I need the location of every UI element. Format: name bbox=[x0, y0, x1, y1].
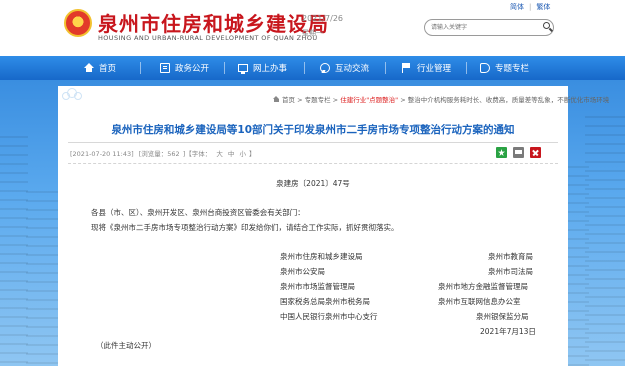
public-disclosure-note: （此件主动公开） bbox=[96, 341, 156, 350]
nav-item-online-services[interactable]: 网上办事 bbox=[238, 56, 287, 80]
signatory-right: 泉州市教育局 bbox=[488, 252, 533, 261]
nav-item-label: 网上办事 bbox=[253, 64, 288, 74]
main-navigation: 首页 政务公开 网上办事 互动交流 行业管理 专题专栏 bbox=[0, 56, 625, 80]
signatory-right: 泉州银保监分局 bbox=[476, 312, 529, 321]
simplified-chinese-link[interactable]: 简体 bbox=[510, 2, 524, 12]
monitor-icon bbox=[238, 64, 248, 74]
nav-divider bbox=[224, 62, 225, 74]
print-icon[interactable] bbox=[513, 147, 524, 158]
nav-item-government-affairs[interactable]: 政务公开 bbox=[160, 56, 209, 80]
cloud-decoration-icon bbox=[62, 88, 82, 100]
search-icon[interactable] bbox=[542, 21, 554, 33]
nav-item-label: 首页 bbox=[99, 64, 117, 74]
nav-item-label: 专题专栏 bbox=[495, 64, 530, 74]
breadcrumb-item-current[interactable]: 整治中介机构服务耗时长、收费高，质量差等乱象，不断优化市场环境 bbox=[408, 96, 610, 104]
font-size-medium-button[interactable]: 中 bbox=[228, 150, 235, 158]
traditional-chinese-link[interactable]: 繁体 bbox=[536, 2, 550, 12]
font-size-large-button[interactable]: 大 bbox=[216, 150, 223, 158]
close-icon[interactable] bbox=[530, 147, 541, 158]
signatory-left: 国家税务总局泉州市税务局 bbox=[280, 297, 370, 306]
chat-icon bbox=[320, 63, 330, 73]
language-divider: | bbox=[529, 3, 532, 11]
language-switch: 简体 | 繁体 bbox=[510, 2, 550, 12]
document-number: 泉建房〔2021〕47号 bbox=[276, 179, 350, 188]
signatory-left: 中国人民银行泉州市中心支行 bbox=[280, 312, 378, 321]
nav-item-industry-management[interactable]: 行业管理 bbox=[402, 56, 451, 80]
font-size-small-button[interactable]: 小 bbox=[239, 150, 246, 158]
nav-item-label: 互动交流 bbox=[335, 64, 370, 74]
current-weekday: 星期一 bbox=[302, 29, 323, 37]
site-subtitle: HOUSING AND URBAN-RURAL DEVELOPMENT OF Q… bbox=[98, 34, 318, 42]
font-size-label-end: 】 bbox=[248, 150, 256, 158]
national-emblem-logo bbox=[64, 9, 92, 37]
nav-item-home[interactable]: 首页 bbox=[84, 56, 116, 80]
signatory-left: 泉州市住房和城乡建设局 bbox=[280, 252, 363, 261]
home-icon bbox=[84, 62, 94, 72]
article-meta: [2021-07-20 11:43] [浏览量：562]【字体： 大 中 小】 bbox=[70, 148, 258, 158]
addressee-line: 各县（市、区）、泉州开发区、泉州台商投资区管委会有关部门： bbox=[91, 208, 305, 217]
signatory-left: 泉州市市场监督管理局 bbox=[280, 282, 355, 291]
nav-item-special-topics[interactable]: 专题专栏 bbox=[480, 56, 529, 80]
signatory-left: 泉州市公安局 bbox=[280, 267, 325, 276]
nav-divider bbox=[304, 62, 305, 74]
article-panel: 首页 > 专题专栏 > 住建行业"点题整治" > 整治中介机构服务耗时长、收费高… bbox=[58, 86, 609, 366]
document-icon bbox=[160, 63, 170, 73]
nav-divider bbox=[466, 62, 467, 74]
title-divider bbox=[68, 142, 558, 143]
breadcrumb-item-home[interactable]: 首页 bbox=[282, 96, 295, 104]
meta-divider bbox=[68, 163, 558, 164]
home-icon bbox=[273, 96, 280, 102]
breadcrumb: 首页 > 专题专栏 > 住建行业"点题整治" > 整治中介机构服务耗时长、收费高… bbox=[273, 94, 609, 104]
tag-icon bbox=[480, 63, 490, 73]
building-right-decoration bbox=[585, 116, 625, 366]
article-title: 泉州市住房和城乡建设局等10部门关于印发泉州市二手房市场专项整治行动方案的通知 bbox=[111, 124, 515, 136]
nav-item-label: 政务公开 bbox=[175, 64, 210, 74]
site-header: 泉州市住房和城乡建设局 HOUSING AND URBAN-RURAL DEVE… bbox=[0, 0, 625, 56]
site-title[interactable]: 泉州市住房和城乡建设局 bbox=[98, 8, 329, 37]
publish-datetime: [2021-07-20 11:43] bbox=[70, 150, 134, 158]
breadcrumb-item-special-topics[interactable]: 专题专栏 bbox=[305, 96, 331, 104]
nav-divider bbox=[385, 62, 386, 74]
favorite-star-icon[interactable] bbox=[496, 147, 507, 158]
building-left-decoration bbox=[26, 191, 58, 366]
breadcrumb-item-rectification[interactable]: 住建行业"点题整治" bbox=[340, 96, 398, 104]
nav-divider bbox=[140, 62, 141, 74]
sign-date: 2021年7月13日 bbox=[480, 327, 536, 336]
view-count: [浏览量：562 bbox=[138, 150, 180, 158]
flag-icon bbox=[402, 63, 412, 73]
body-paragraph: 现将《泉州市二手房市场专项整治行动方案》印发给你们，请结合工作实际，抓好贯彻落实… bbox=[91, 223, 399, 232]
nav-item-label: 行业管理 bbox=[417, 64, 452, 74]
font-size-label: ]【字体： bbox=[182, 150, 212, 158]
building-left-decoration bbox=[0, 136, 28, 366]
signatory-right: 泉州市地方金融监督管理局 bbox=[438, 282, 528, 291]
signatory-right: 泉州市互联网信息办公室 bbox=[438, 297, 521, 306]
signatory-right: 泉州市司法局 bbox=[488, 267, 533, 276]
nav-item-interaction[interactable]: 互动交流 bbox=[320, 56, 369, 80]
search-input[interactable] bbox=[424, 19, 554, 36]
current-date: 2021/7/26 bbox=[302, 14, 344, 23]
